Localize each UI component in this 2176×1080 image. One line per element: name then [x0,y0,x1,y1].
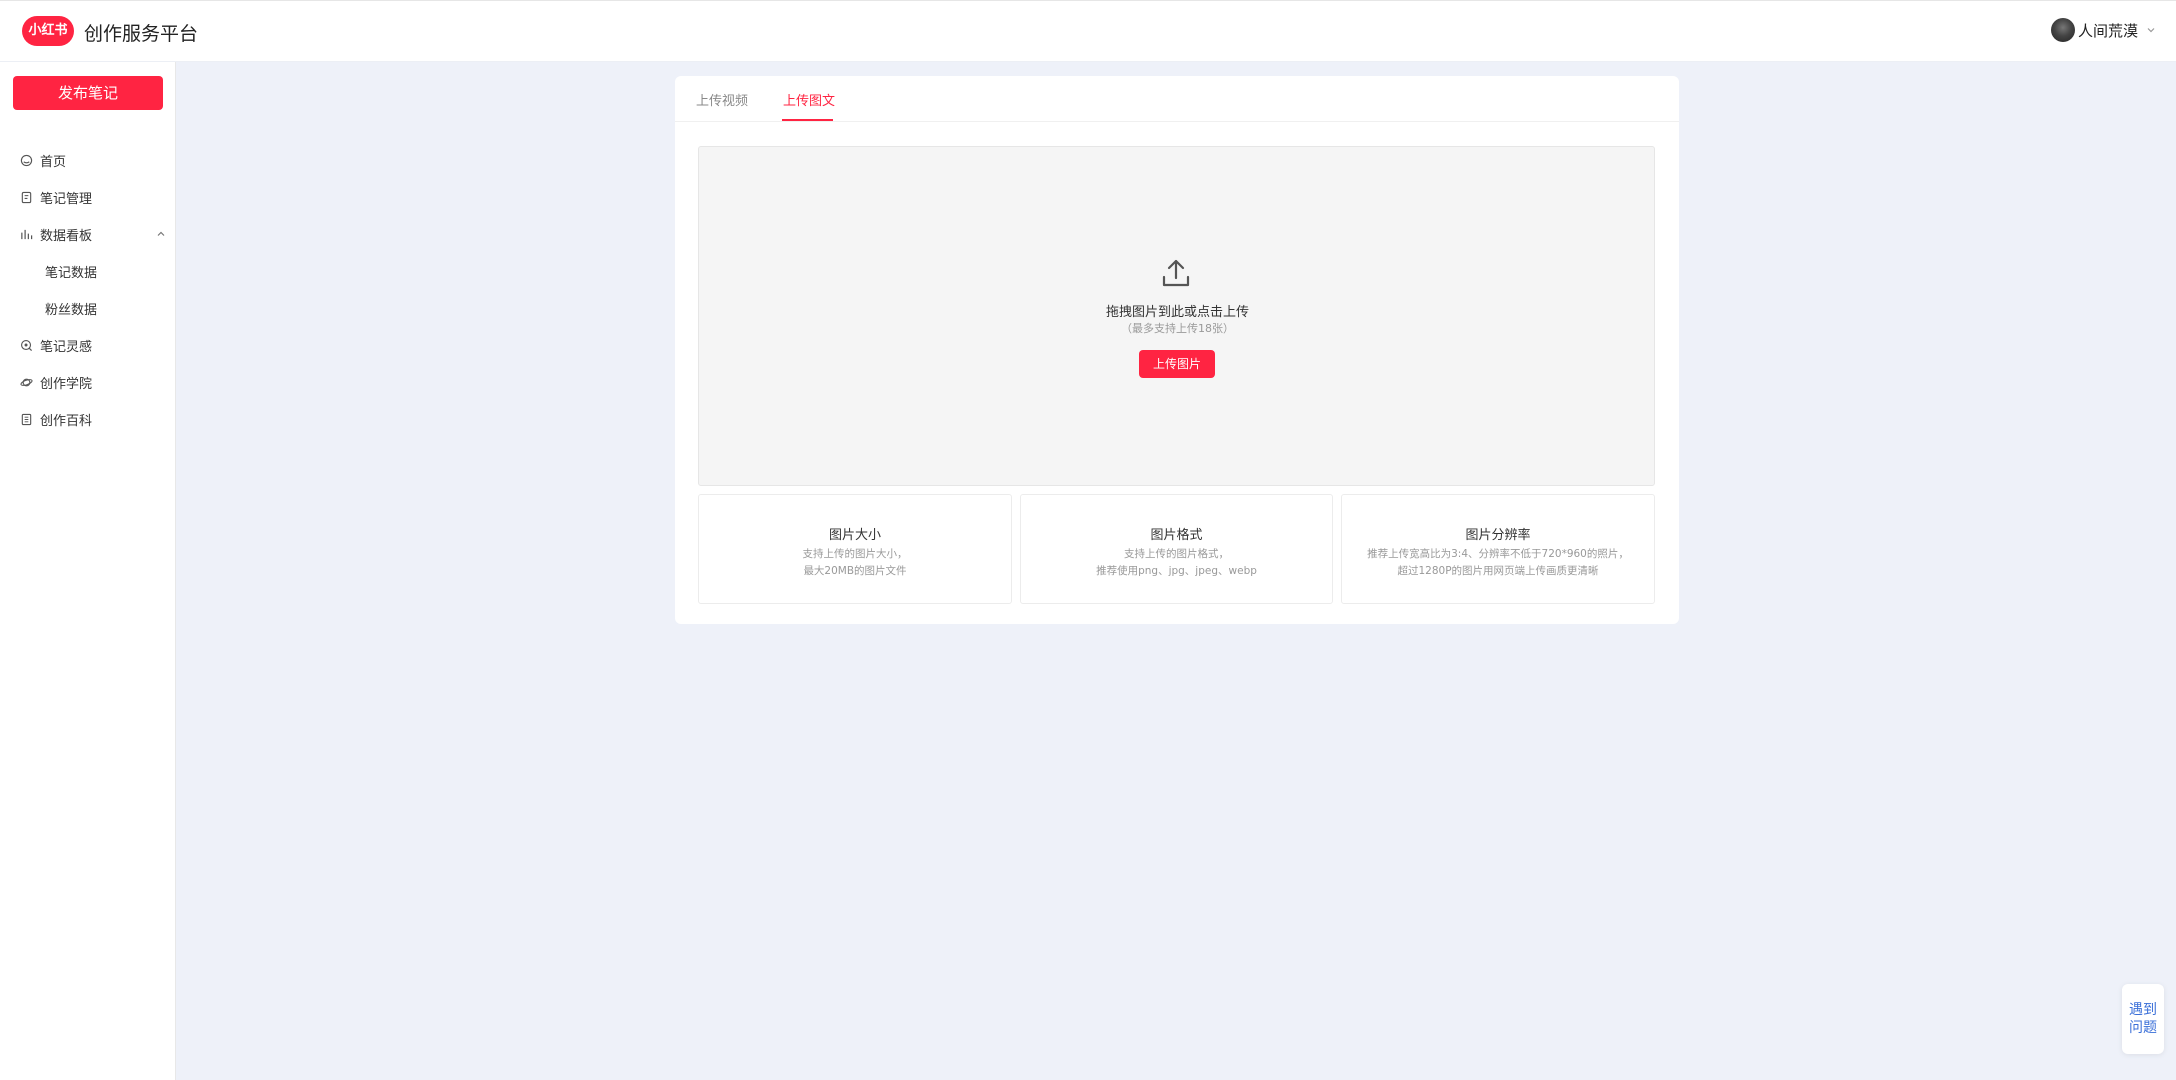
sidebar-item-note-management[interactable]: 笔记管理 [20,187,160,207]
inspiration-icon [21,339,33,351]
sidebar-item-creator-wiki[interactable]: 创作百科 [20,409,160,429]
home-icon [20,154,33,166]
sidebar-item-label: 创作百科 [40,413,93,429]
sidebar-item-label: 创作学院 [40,376,93,392]
info-line: 最大20MB的图片文件 [803,565,907,577]
sidebar-item-label: 数据看板 [40,228,93,244]
drop-hint: 拖拽图片到此或点击上传 [1105,305,1249,320]
sidebar-item-creator-academy[interactable]: 创作学院 [20,372,160,392]
publish-note-button[interactable]: 发布笔记 [13,76,163,110]
sidebar-item-label: 首页 [40,154,67,170]
help-label-line2: 问题 [2129,1020,2157,1036]
sidebar-item-label: 笔记灵感 [40,339,93,355]
info-title: 图片分辨率 [1465,528,1531,543]
book-icon [21,413,32,425]
info-line: 推荐使用png、jpg、jpeg、webp [1096,565,1257,577]
help-button[interactable]: 遇到 问题 [2122,984,2164,1054]
note-icon [21,191,32,203]
image-dropzone[interactable]: 拖拽图片到此或点击上传 （最多支持上传18张） 上传图片 [698,146,1655,486]
sidebar-item-note-data[interactable]: 笔记数据 [45,261,185,281]
user-menu[interactable]: 人间荒漠 [2050,18,2156,42]
avatar[interactable] [2050,18,2075,42]
help-label-line1: 遇到 [2129,1002,2157,1018]
upload-tabs: 上传视频 上传图文 [675,76,1679,122]
sidebar: 发布笔记 首页 笔记管理 数据看板 笔记数据 粉丝数据 笔记灵感 创作学院 创作… [0,62,176,1080]
info-image-format: 图片格式 支持上传的图片格式， 推荐使用png、jpg、jpeg、webp [1020,494,1333,604]
sidebar-item-home[interactable]: 首页 [20,150,160,170]
info-image-resolution: 图片分辨率 推荐上传宽高比为3:4、分辨率不低于720*960的照片， 超过12… [1341,494,1655,604]
sidebar-item-data-dashboard[interactable]: 数据看板 [20,224,165,244]
info-line: 支持上传的图片格式， [1124,548,1229,560]
info-title: 图片格式 [1150,528,1203,543]
bar-chart-icon [21,229,33,239]
sidebar-item-label: 笔记数据 [45,265,98,281]
planet-icon [20,378,33,386]
sidebar-item-fan-data[interactable]: 粉丝数据 [45,298,185,318]
platform-title: 创作服务平台 [84,23,199,45]
top-bar: 小红书 创作服务平台 人间荒漠 [0,0,2176,62]
chevron-up-icon[interactable] [156,229,166,239]
sidebar-item-note-inspiration[interactable]: 笔记灵感 [20,335,160,355]
info-line: 超过1280P的图片用网页端上传画质更清晰 [1397,565,1599,577]
upload-image-button[interactable]: 上传图片 [1139,350,1215,378]
info-line: 推荐上传宽高比为3:4、分辨率不低于720*960的照片， [1367,548,1629,560]
xiaohongshu-logo[interactable]: 小红书 [22,16,74,46]
upload-limit-hint: （最多支持上传18张） [1121,322,1234,335]
chevron-down-icon[interactable] [2146,25,2156,35]
tab-upload-image-text[interactable]: 上传图文 [783,90,835,109]
sidebar-item-label: 粉丝数据 [45,302,98,318]
upload-icon [1162,259,1190,287]
info-image-size: 图片大小 支持上传的图片大小， 最大20MB的图片文件 [698,494,1012,604]
username[interactable]: 人间荒漠 [2078,20,2138,41]
info-title: 图片大小 [828,528,881,543]
active-tab-indicator [782,119,833,121]
tab-upload-video[interactable]: 上传视频 [696,90,748,109]
upload-card: 上传视频 上传图文 拖拽图片到此或点击上传 （最多支持上传18张） 上传图片 图… [675,76,1679,624]
sidebar-item-label: 笔记管理 [40,191,93,207]
info-line: 支持上传的图片大小， [802,548,908,560]
